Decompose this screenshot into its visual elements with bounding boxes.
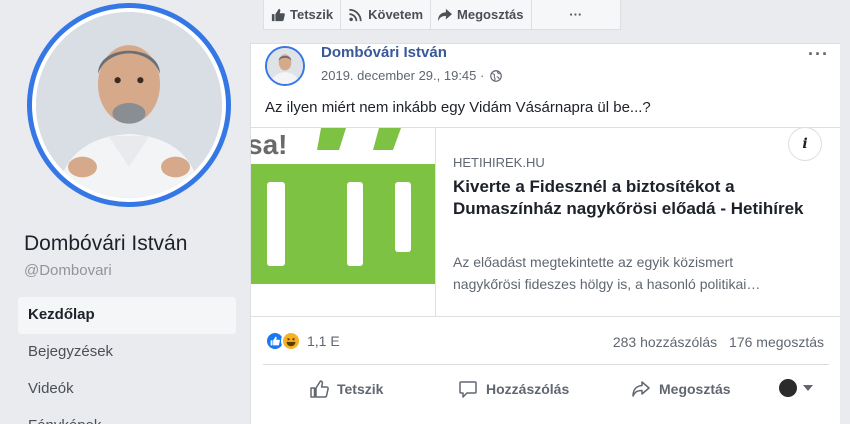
facebook-page: Dombóvári István @Dombovari Kezdőlap Bej… [0,0,850,424]
link-description-line: nagykőrösi fideszes hölgy is, a hasonló … [453,276,761,292]
like-page-button[interactable]: Tetszik [264,0,342,29]
chevron-down-icon [803,385,813,391]
post-card: Dombóvári István 2019. december 29., 19:… [250,43,840,424]
share-page-label: Megosztás [457,7,524,22]
post-timestamp[interactable]: 2019. december 29., 19:45 · [321,68,484,83]
globe-icon[interactable] [490,69,503,82]
page-handle[interactable]: @Dombovari [24,262,112,279]
divider [263,364,829,365]
rss-icon [349,8,362,21]
nav-item-posts[interactable]: Bejegyzések [18,334,236,371]
like-page-label: Tetszik [290,7,334,22]
comment-count[interactable]: 283 hozzászólás [613,334,717,350]
like-label: Tetszik [337,381,384,397]
post-meta: 2019. december 29., 19:45 · [321,68,503,83]
link-description: Az előadást megtekintette az egyik közis… [453,251,823,295]
haha-reaction-icon [281,331,301,351]
share-page-button[interactable]: Megosztás [431,0,532,29]
nav-item-videos[interactable]: Videók [18,371,236,408]
post-action-bar: Tetszik Hozzászólás Megosztás [251,371,840,407]
left-sidebar: Dombóvári István @Dombovari Kezdőlap Bej… [0,0,248,424]
thumbs-up-icon [271,8,285,21]
share-button[interactable]: Megosztás [631,379,731,399]
link-title[interactable]: Kiverte a Fidesznél a biztosítékot a Dum… [453,176,823,220]
share-label: Megosztás [659,381,731,397]
avatar [36,12,222,198]
share-count[interactable]: 176 megosztás [729,334,824,350]
reaction-summary[interactable]: 1,1 E [265,331,340,351]
thumbs-up-icon [310,380,329,398]
info-icon[interactable]: i [789,128,821,160]
post-text: Az ilyen miért nem inkább egy Vidám Vásá… [265,99,651,116]
link-preview[interactable]: sa! HETIHIREK.HU Kiverte a Fidesznél a b… [251,127,840,317]
nav-item-home[interactable]: Kezdőlap [18,297,236,334]
post-author-name[interactable]: Dombóvári István [321,44,447,61]
page-title[interactable]: Dombóvári István [24,232,187,256]
logo-image-icon: sa! [251,128,435,316]
audience-selector[interactable] [779,379,813,397]
person-photo-icon [36,12,222,198]
follow-button[interactable]: Követem [341,0,432,29]
post-more-icon[interactable]: ··· [808,44,829,65]
share-arrow-icon [632,381,650,397]
link-domain: HETIHIREK.HU [453,155,545,170]
laughing-face-icon [286,337,296,347]
follow-label: Követem [368,7,424,22]
more-dots-icon: ··· [569,7,583,22]
comment-icon [459,381,477,398]
comment-button[interactable]: Hozzászólás [458,379,569,399]
more-options-button[interactable]: ··· [532,0,621,29]
link-description-line: Az előadást megtekintette az egyik közis… [453,254,734,270]
post-stats: 283 hozzászólás 176 megosztás [613,334,824,350]
page-nav: Kezdőlap Bejegyzések Videók Fényképek [18,297,236,424]
link-preview-image[interactable]: sa! [251,128,436,316]
reaction-count[interactable]: 1,1 E [307,333,340,349]
page-action-bar: Tetszik Követem Megosztás ··· [263,0,621,30]
svg-text:sa!: sa! [251,129,287,160]
share-arrow-icon [438,8,453,21]
like-button[interactable]: Tetszik [309,379,383,399]
nav-item-photos[interactable]: Fényképek [18,408,236,424]
profile-picture[interactable] [27,3,231,207]
person-photo-icon [267,48,303,84]
avatar [779,379,797,397]
post-author-avatar[interactable] [265,46,305,86]
comment-label: Hozzászólás [486,381,570,397]
thumbs-up-icon [270,336,280,346]
